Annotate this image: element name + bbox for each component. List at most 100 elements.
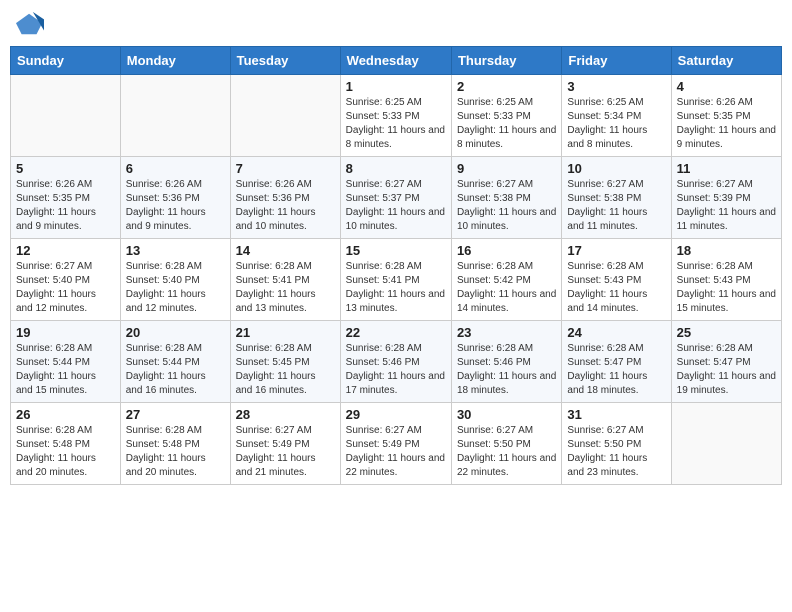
- calendar-header-row: SundayMondayTuesdayWednesdayThursdayFrid…: [11, 47, 782, 75]
- day-number: 20: [126, 325, 225, 340]
- calendar-cell: 26Sunrise: 6:28 AM Sunset: 5:48 PM Dayli…: [11, 403, 121, 485]
- day-number: 13: [126, 243, 225, 258]
- day-number: 19: [16, 325, 115, 340]
- day-number: 29: [346, 407, 446, 422]
- calendar-cell: 17 Sunrise: 6:28 AM Sunset: 5:43 PM Dayli…: [562, 239, 671, 321]
- day-info: Sunrise: 6:26 AM Sunset: 5:35 PM Dayligh…: [16, 178, 115, 234]
- calendar-cell: 23 Sunrise: 6:28 AM Sunset: 5:46 PM Dayli…: [451, 321, 561, 403]
- day-info: Sunrise: 6:28 AM Sunset: 5:42 PM Dayligh…: [457, 260, 556, 316]
- calendar-cell: 1 Sunrise: 6:25 AM Sunset: 5:33 PM Daylig…: [340, 75, 451, 157]
- day-number: 12: [16, 243, 115, 258]
- calendar-cell: 8Sunrise: 6:27 AM Sunset: 5:37 PM Daylig…: [340, 157, 451, 239]
- day-info: Sunrise: 6:28 AM Sunset: 5:44 PM Dayligh…: [126, 342, 225, 398]
- day-number: 31: [567, 407, 665, 422]
- day-info: Sunrise: 6:27 AM Sunset: 5:49 PM Dayligh…: [236, 424, 335, 480]
- calendar-cell: 13 Sunrise: 6:28 AM Sunset: 5:40 PM Dayli…: [120, 239, 230, 321]
- day-info: Sunrise: 6:28 AM Sunset: 5:48 PM Dayligh…: [16, 424, 115, 480]
- day-number: 4: [677, 79, 776, 94]
- day-number: 22: [346, 325, 446, 340]
- day-info: Sunrise: 6:25 AM Sunset: 5:34 PM Dayligh…: [567, 96, 665, 152]
- calendar-cell: 9 Sunrise: 6:27 AM Sunset: 5:38 PM Daylig…: [451, 157, 561, 239]
- day-info: Sunrise: 6:28 AM Sunset: 5:43 PM Dayligh…: [677, 260, 776, 316]
- day-number: 2: [457, 79, 556, 94]
- calendar-cell: 18 Sunrise: 6:28 AM Sunset: 5:43 PM Dayli…: [671, 239, 781, 321]
- calendar-week-row: 5Sunrise: 6:26 AM Sunset: 5:35 PM Daylig…: [11, 157, 782, 239]
- day-info: Sunrise: 6:26 AM Sunset: 5:36 PM Dayligh…: [236, 178, 335, 234]
- calendar-cell: 19Sunrise: 6:28 AM Sunset: 5:44 PM Dayli…: [11, 321, 121, 403]
- day-info: Sunrise: 6:28 AM Sunset: 5:41 PM Dayligh…: [346, 260, 446, 316]
- day-info: Sunrise: 6:28 AM Sunset: 5:46 PM Dayligh…: [457, 342, 556, 398]
- day-info: Sunrise: 6:28 AM Sunset: 5:46 PM Dayligh…: [346, 342, 446, 398]
- calendar-cell: 21 Sunrise: 6:28 AM Sunset: 5:45 PM Dayli…: [230, 321, 340, 403]
- day-of-week-header: Tuesday: [230, 47, 340, 75]
- page-header: [10, 10, 782, 38]
- calendar-cell: [120, 75, 230, 157]
- day-info: Sunrise: 6:27 AM Sunset: 5:50 PM Dayligh…: [567, 424, 665, 480]
- day-number: 24: [567, 325, 665, 340]
- day-number: 18: [677, 243, 776, 258]
- day-number: 14: [236, 243, 335, 258]
- day-info: Sunrise: 6:27 AM Sunset: 5:39 PM Dayligh…: [677, 178, 776, 234]
- calendar-cell: 3 Sunrise: 6:25 AM Sunset: 5:34 PM Daylig…: [562, 75, 671, 157]
- calendar-cell: 20 Sunrise: 6:28 AM Sunset: 5:44 PM Dayli…: [120, 321, 230, 403]
- day-number: 11: [677, 161, 776, 176]
- calendar-cell: 31 Sunrise: 6:27 AM Sunset: 5:50 PM Dayli…: [562, 403, 671, 485]
- day-info: Sunrise: 6:28 AM Sunset: 5:41 PM Dayligh…: [236, 260, 335, 316]
- calendar-cell: [671, 403, 781, 485]
- day-number: 9: [457, 161, 556, 176]
- day-number: 1: [346, 79, 446, 94]
- day-info: Sunrise: 6:27 AM Sunset: 5:38 PM Dayligh…: [457, 178, 556, 234]
- calendar-cell: 6 Sunrise: 6:26 AM Sunset: 5:36 PM Daylig…: [120, 157, 230, 239]
- day-info: Sunrise: 6:28 AM Sunset: 5:45 PM Dayligh…: [236, 342, 335, 398]
- calendar-cell: 25Sunrise: 6:28 AM Sunset: 5:47 PM Dayli…: [671, 321, 781, 403]
- calendar-cell: 24Sunrise: 6:28 AM Sunset: 5:47 PM Dayli…: [562, 321, 671, 403]
- calendar-cell: 30 Sunrise: 6:27 AM Sunset: 5:50 PM Dayli…: [451, 403, 561, 485]
- calendar-cell: 16 Sunrise: 6:28 AM Sunset: 5:42 PM Dayli…: [451, 239, 561, 321]
- calendar-table: SundayMondayTuesdayWednesdayThursdayFrid…: [10, 46, 782, 485]
- calendar-cell: [11, 75, 121, 157]
- day-number: 10: [567, 161, 665, 176]
- calendar-week-row: 19 Sunrise: 6:28 AM Sunset: 5:44 PM Dayli…: [11, 321, 782, 403]
- calendar-cell: 29 Sunrise: 6:27 AM Sunset: 5:49 PM Dayli…: [340, 403, 451, 485]
- calendar-cell: 28 Sunrise: 6:27 AM Sunset: 5:49 PM Dayli…: [230, 403, 340, 485]
- day-number: 6: [126, 161, 225, 176]
- calendar-cell: 14 Sunrise: 6:28 AM Sunset: 5:41 PM Dayli…: [230, 239, 340, 321]
- day-number: 23: [457, 325, 556, 340]
- day-info: Sunrise: 6:27 AM Sunset: 5:50 PM Dayligh…: [457, 424, 556, 480]
- day-of-week-header: Friday: [562, 47, 671, 75]
- calendar-week-row: 1 Sunrise: 6:25 AM Sunset: 5:33 PM Daylig…: [11, 75, 782, 157]
- calendar-week-row: 12 Sunrise: 6:27 AM Sunset: 5:40 PM Dayli…: [11, 239, 782, 321]
- day-of-week-header: Thursday: [451, 47, 561, 75]
- day-info: Sunrise: 6:28 AM Sunset: 5:47 PM Dayligh…: [677, 342, 776, 398]
- day-number: 15: [346, 243, 446, 258]
- day-info: Sunrise: 6:26 AM Sunset: 5:35 PM Dayligh…: [677, 96, 776, 152]
- day-number: 3: [567, 79, 665, 94]
- logo-icon: [16, 10, 44, 38]
- calendar-cell: 27Sunrise: 6:28 AM Sunset: 5:48 PM Dayli…: [120, 403, 230, 485]
- day-info: Sunrise: 6:27 AM Sunset: 5:49 PM Dayligh…: [346, 424, 446, 480]
- logo: [14, 10, 44, 38]
- day-info: Sunrise: 6:28 AM Sunset: 5:43 PM Dayligh…: [567, 260, 665, 316]
- calendar-cell: 7 Sunrise: 6:26 AM Sunset: 5:36 PM Daylig…: [230, 157, 340, 239]
- day-number: 17: [567, 243, 665, 258]
- day-number: 21: [236, 325, 335, 340]
- day-info: Sunrise: 6:25 AM Sunset: 5:33 PM Dayligh…: [457, 96, 556, 152]
- day-number: 28: [236, 407, 335, 422]
- calendar-week-row: 26Sunrise: 6:28 AM Sunset: 5:48 PM Dayli…: [11, 403, 782, 485]
- day-info: Sunrise: 6:26 AM Sunset: 5:36 PM Dayligh…: [126, 178, 225, 234]
- day-of-week-header: Wednesday: [340, 47, 451, 75]
- day-number: 16: [457, 243, 556, 258]
- day-info: Sunrise: 6:27 AM Sunset: 5:40 PM Dayligh…: [16, 260, 115, 316]
- day-info: Sunrise: 6:28 AM Sunset: 5:48 PM Dayligh…: [126, 424, 225, 480]
- day-of-week-header: Saturday: [671, 47, 781, 75]
- calendar-cell: 22 Sunrise: 6:28 AM Sunset: 5:46 PM Dayli…: [340, 321, 451, 403]
- day-info: Sunrise: 6:25 AM Sunset: 5:33 PM Dayligh…: [346, 96, 446, 152]
- day-info: Sunrise: 6:27 AM Sunset: 5:38 PM Dayligh…: [567, 178, 665, 234]
- day-of-week-header: Monday: [120, 47, 230, 75]
- day-info: Sunrise: 6:28 AM Sunset: 5:40 PM Dayligh…: [126, 260, 225, 316]
- day-number: 8: [346, 161, 446, 176]
- day-number: 7: [236, 161, 335, 176]
- day-number: 30: [457, 407, 556, 422]
- calendar-cell: 2 Sunrise: 6:25 AM Sunset: 5:33 PM Daylig…: [451, 75, 561, 157]
- calendar-cell: 15 Sunrise: 6:28 AM Sunset: 5:41 PM Dayli…: [340, 239, 451, 321]
